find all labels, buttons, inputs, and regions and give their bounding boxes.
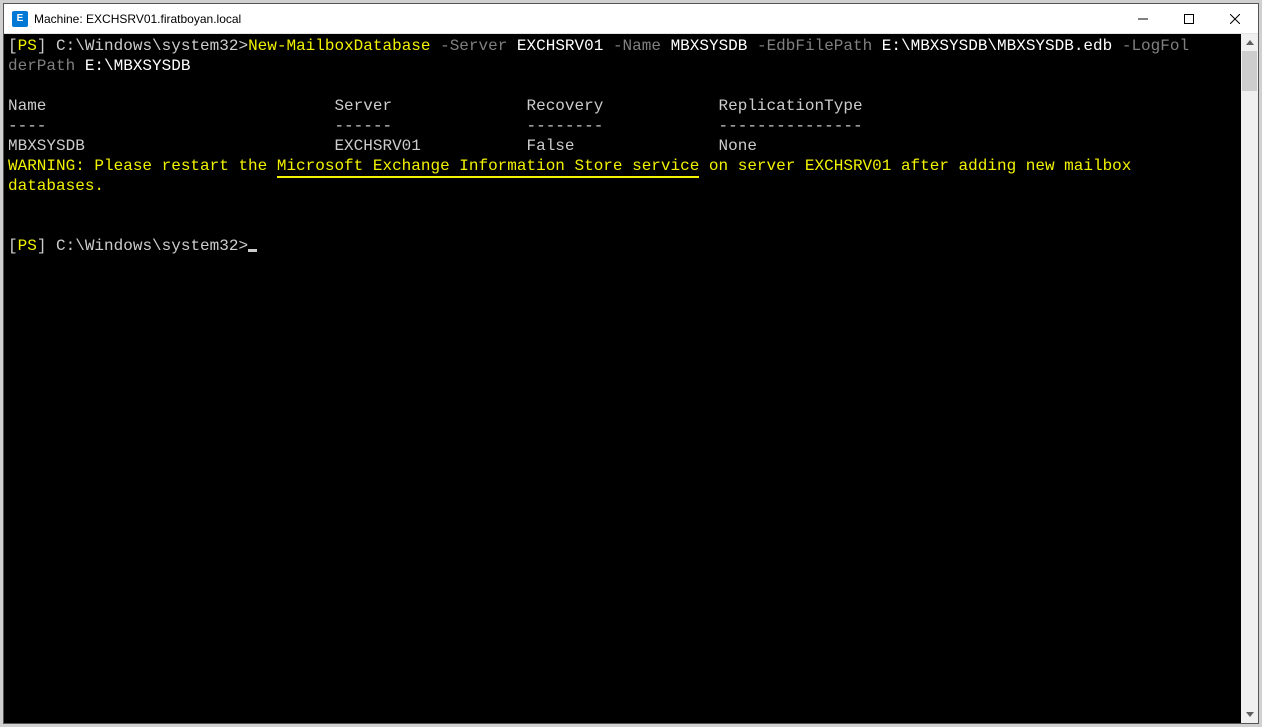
param-name: -Name bbox=[603, 37, 670, 55]
param-edb: -EdbFilePath bbox=[747, 37, 881, 55]
col-hdr-repl: ReplicationType bbox=[719, 97, 863, 115]
minimize-button[interactable] bbox=[1120, 4, 1166, 34]
warning-highlight: Microsoft Exchange Information Store ser… bbox=[277, 157, 699, 178]
close-button[interactable] bbox=[1212, 4, 1258, 34]
cmdlet-name: New-MailboxDatabase bbox=[248, 37, 430, 55]
warning-pre: WARNING: Please restart the bbox=[8, 157, 277, 175]
prompt2-bracket-close: ] bbox=[37, 237, 47, 255]
col-div-name: ---- bbox=[8, 117, 46, 135]
col-div-recovery: -------- bbox=[526, 117, 603, 135]
param-log-cont: derPath bbox=[8, 57, 85, 75]
minimize-icon bbox=[1138, 14, 1148, 24]
app-icon-letter: E bbox=[17, 13, 24, 24]
row-recovery: False bbox=[527, 137, 575, 155]
scroll-down-button[interactable] bbox=[1241, 706, 1258, 723]
prompt-bracket: [ bbox=[8, 37, 18, 55]
vertical-scrollbar[interactable] bbox=[1241, 34, 1258, 723]
arg-name: MBXSYSDB bbox=[671, 37, 748, 55]
chevron-up-icon bbox=[1246, 40, 1254, 45]
prompt2-path: C:\Windows\system32> bbox=[46, 237, 248, 255]
window-title: Machine: EXCHSRV01.firatboyan.local bbox=[34, 12, 1120, 26]
prompt-bracket-close: ] bbox=[37, 37, 47, 55]
prompt-ps: PS bbox=[18, 37, 37, 55]
col-hdr-recovery: Recovery bbox=[526, 97, 603, 115]
warning-post2: databases. bbox=[8, 177, 104, 195]
prompt2-ps: PS bbox=[18, 237, 37, 255]
scroll-thumb[interactable] bbox=[1242, 51, 1257, 91]
app-icon: E bbox=[12, 11, 28, 27]
prompt-path: C:\Windows\system32> bbox=[46, 37, 248, 55]
terminal-output[interactable]: [PS] C:\Windows\system32>New-MailboxData… bbox=[4, 34, 1241, 723]
console-window: E Machine: EXCHSRV01.firatboyan.local [P… bbox=[3, 3, 1259, 724]
warning-post1: on server EXCHSRV01 after adding new mai… bbox=[699, 157, 1131, 175]
terminal-area: [PS] C:\Windows\system32>New-MailboxData… bbox=[4, 34, 1258, 723]
chevron-down-icon bbox=[1246, 712, 1254, 717]
scroll-up-button[interactable] bbox=[1241, 34, 1258, 51]
maximize-icon bbox=[1184, 14, 1194, 24]
col-hdr-server: Server bbox=[334, 97, 392, 115]
col-hdr-name: Name bbox=[8, 97, 46, 115]
col-div-server: ------ bbox=[334, 117, 392, 135]
col-div-repl: --------------- bbox=[719, 117, 863, 135]
row-server: EXCHSRV01 bbox=[334, 137, 420, 155]
row-name: MBXSYSDB bbox=[8, 137, 85, 155]
row-repl: None bbox=[719, 137, 757, 155]
arg-server: EXCHSRV01 bbox=[517, 37, 603, 55]
param-server: -Server bbox=[431, 37, 517, 55]
prompt2-bracket: [ bbox=[8, 237, 18, 255]
arg-edb: E:\MBXSYSDB\MBXSYSDB.edb bbox=[882, 37, 1112, 55]
titlebar[interactable]: E Machine: EXCHSRV01.firatboyan.local bbox=[4, 4, 1258, 34]
cursor bbox=[248, 249, 257, 252]
close-icon bbox=[1230, 14, 1240, 24]
maximize-button[interactable] bbox=[1166, 4, 1212, 34]
arg-log: E:\MBXSYSDB bbox=[85, 57, 191, 75]
scroll-track[interactable] bbox=[1241, 51, 1258, 706]
param-log: -LogFol bbox=[1112, 37, 1189, 55]
